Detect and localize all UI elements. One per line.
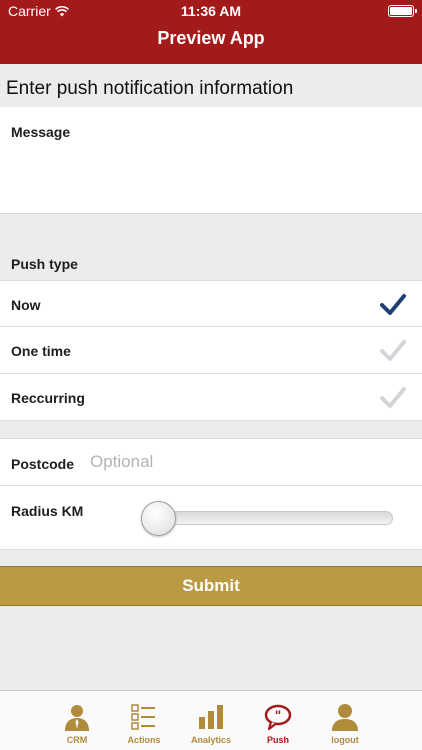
tab-label: logout bbox=[331, 735, 359, 745]
person-icon bbox=[65, 705, 89, 731]
svg-text:": " bbox=[275, 709, 282, 724]
nav-bar: Carrier 11:36 AM Preview App bbox=[0, 0, 422, 64]
radius-row: Radius KM bbox=[0, 486, 422, 550]
postcode-row: Postcode bbox=[0, 438, 422, 486]
push-type-option-now[interactable]: Now bbox=[0, 280, 422, 327]
tab-label: Push bbox=[266, 735, 289, 745]
tab-label: Actions bbox=[127, 735, 161, 745]
tab-label: Analytics bbox=[190, 735, 232, 745]
speech-bubble-icon: " bbox=[264, 704, 292, 731]
tab-push[interactable]: " Push bbox=[243, 691, 313, 750]
radius-slider-thumb[interactable] bbox=[141, 501, 176, 536]
push-type-option-recurring[interactable]: Reccurring bbox=[0, 374, 422, 421]
logout-person-icon bbox=[332, 704, 358, 731]
radius-label: Radius KM bbox=[11, 503, 84, 519]
push-type-option-one-time[interactable]: One time bbox=[0, 327, 422, 374]
tab-logout[interactable]: logout bbox=[310, 691, 380, 750]
checkmark-icon bbox=[380, 294, 406, 315]
push-type-option-label: Reccurring bbox=[11, 390, 85, 406]
postcode-label: Postcode bbox=[11, 456, 75, 472]
bar-chart-icon bbox=[199, 705, 223, 729]
checklist-icon bbox=[131, 704, 155, 730]
checkmark-icon bbox=[380, 387, 406, 408]
message-field[interactable]: Message bbox=[0, 107, 422, 214]
radius-slider-track[interactable] bbox=[150, 511, 393, 525]
tab-bar: CRM Actions Analytics " Push logout bbox=[0, 690, 422, 750]
tab-label: CRM bbox=[66, 735, 88, 745]
push-type-option-label: Now bbox=[11, 297, 41, 313]
page-title: Preview App bbox=[157, 28, 265, 48]
postcode-input[interactable] bbox=[90, 449, 400, 475]
tab-analytics[interactable]: Analytics bbox=[176, 691, 246, 750]
tab-actions[interactable]: Actions bbox=[109, 691, 179, 750]
status-bar: Carrier 11:36 AM bbox=[0, 0, 422, 22]
tab-crm[interactable]: CRM bbox=[42, 691, 112, 750]
checkmark-icon bbox=[380, 340, 406, 361]
status-time: 11:36 AM bbox=[180, 3, 242, 19]
battery-icon bbox=[388, 5, 417, 17]
form-heading: Enter push notification information bbox=[6, 78, 294, 99]
push-type-label: Push type bbox=[11, 256, 78, 272]
message-label: Message bbox=[11, 124, 71, 140]
submit-button[interactable]: Submit bbox=[0, 566, 422, 606]
push-type-option-label: One time bbox=[11, 343, 71, 359]
